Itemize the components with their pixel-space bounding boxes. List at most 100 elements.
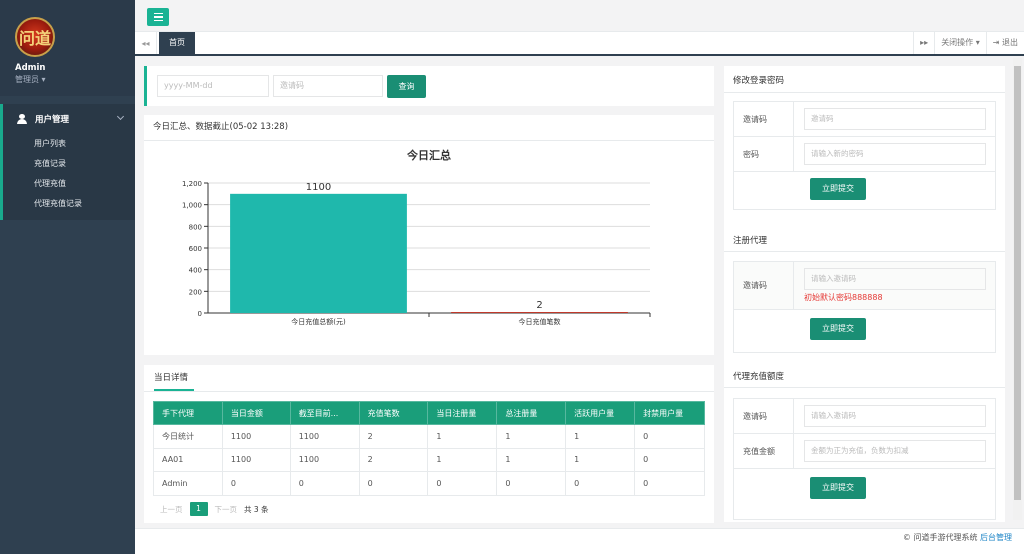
- copyright-text: © 问道手游代理系统: [902, 533, 980, 542]
- table-cell: 0: [221, 471, 291, 496]
- table-cell: 1100: [289, 447, 360, 472]
- avatar[interactable]: 问道: [15, 17, 55, 57]
- admin-link[interactable]: 后台管理: [980, 533, 1012, 542]
- pager-next-button[interactable]: 下一页: [215, 504, 238, 515]
- column-header[interactable]: 当日金额: [221, 401, 291, 425]
- detail-table: 手下代理 当日金额 截至目前... 充值笔数 当日注册量 总注册量 活跃用户量 …: [153, 401, 705, 496]
- summary-header: 今日汇总、数据截止(05-02 13:28): [144, 115, 714, 141]
- bar[interactable]: [230, 193, 407, 313]
- table-cell: 1: [427, 447, 498, 472]
- column-header[interactable]: 截至目前...: [289, 401, 360, 425]
- logout-button[interactable]: ⇥ 退出: [985, 32, 1024, 54]
- divider: [144, 391, 714, 392]
- tab-bar: ◂◂ 首页 ▸▸ 关闭操作 ▾ ⇥ 退出: [135, 32, 1024, 56]
- submit-recharge-button[interactable]: 立即提交: [810, 477, 866, 499]
- form-footer: 立即提交: [734, 172, 995, 209]
- footer: © 问道手游代理系统 后台管理: [135, 528, 1024, 554]
- table-cell: 0: [634, 424, 705, 449]
- menu-toggle-button[interactable]: [147, 8, 169, 26]
- user-name: Admin: [15, 63, 46, 73]
- table-cell: 1100: [289, 424, 360, 449]
- table-row: AA01 1100 1100 2 1 1 1 0: [153, 447, 705, 472]
- table-cell: 1: [496, 424, 567, 449]
- sidebar-item-recharge-records[interactable]: 充值记录: [3, 154, 135, 174]
- password-label: 密码: [734, 137, 794, 171]
- scrollbar-thumb[interactable]: [1014, 66, 1021, 500]
- column-header[interactable]: 手下代理: [153, 401, 223, 425]
- table-cell: 0: [565, 471, 636, 496]
- table-cell: 0: [634, 447, 705, 472]
- close-operations-dropdown[interactable]: 关闭操作 ▾: [934, 32, 986, 54]
- nav-group-header[interactable]: 用户管理: [3, 104, 135, 134]
- top-bar: [135, 0, 1024, 32]
- invite-code-label: 邀请码: [734, 262, 794, 309]
- register-agent-title: 注册代理: [733, 236, 768, 246]
- menu-icon-line: [153, 16, 163, 18]
- y-tick-label: 1,200: [182, 180, 202, 188]
- table-cell: 今日统计: [153, 424, 223, 449]
- pager-total: 共 3 条: [244, 504, 269, 514]
- submit-password-button[interactable]: 立即提交: [810, 178, 866, 200]
- column-header[interactable]: 总注册量: [496, 401, 567, 425]
- divider: [724, 387, 1005, 388]
- pwd-invite-code-input[interactable]: 邀请码: [804, 108, 986, 130]
- form-footer: 立即提交: [734, 469, 995, 519]
- submit-agent-button[interactable]: 立即提交: [810, 318, 866, 340]
- table-cell: 0: [289, 471, 360, 496]
- sidebar-item-agent-recharge[interactable]: 代理充值: [3, 174, 135, 194]
- form-row: 邀请码 邀请码: [734, 102, 995, 137]
- invite-code-label: 邀请码: [734, 399, 794, 433]
- data-label: 1100: [306, 182, 331, 193]
- table-cell: 0: [496, 471, 567, 496]
- pager-prev-button[interactable]: 上一页: [160, 504, 183, 515]
- form-footer: 立即提交: [734, 310, 995, 352]
- chart-x-axis: 今日充值总额(元) 今日充值笔数: [291, 313, 651, 326]
- tab-scroll-left-button[interactable]: ◂◂: [135, 32, 157, 54]
- change-password-form: 邀请码 邀请码 密码 请输入新的密码 立即提交: [733, 101, 996, 210]
- column-header[interactable]: 封禁用户量: [634, 401, 705, 425]
- tab-home[interactable]: 首页: [159, 32, 195, 54]
- recharge-invite-code-input[interactable]: 请输入邀请码: [804, 405, 986, 427]
- y-tick-label: 800: [189, 223, 202, 231]
- new-password-input[interactable]: 请输入新的密码: [804, 143, 986, 165]
- date-input[interactable]: yyyy-MM-dd: [157, 75, 269, 97]
- sidebar: 问道 Admin 管理员 ▾ 用户管理 用户列表 充值记录 代理充值 代理充值记…: [0, 0, 135, 554]
- sidebar-item-user-list[interactable]: 用户列表: [3, 134, 135, 154]
- chevron-down-icon: [116, 112, 125, 121]
- tab-scroll-right-button[interactable]: ▸▸: [913, 32, 935, 54]
- sidebar-item-agent-recharge-records[interactable]: 代理充值记录: [3, 194, 135, 214]
- bar[interactable]: [451, 312, 628, 313]
- profile-area: 问道 Admin 管理员 ▾: [0, 0, 135, 96]
- y-tick-label: 200: [189, 288, 202, 296]
- query-button[interactable]: 查询: [387, 75, 426, 98]
- table-cell: 0: [634, 471, 705, 496]
- table-cell: 1: [427, 424, 498, 449]
- divider: [724, 251, 1005, 252]
- divider: [724, 92, 1005, 93]
- column-header[interactable]: 充值笔数: [358, 401, 429, 425]
- x-tick-label: 今日充值笔数: [519, 317, 561, 326]
- tab-daily-detail[interactable]: 当日详情: [154, 371, 188, 387]
- pager-current-page[interactable]: 1: [189, 502, 208, 516]
- table-cell: 1: [496, 447, 567, 472]
- table-cell: 1100: [221, 424, 291, 449]
- invite-code-input[interactable]: 邀请码: [273, 75, 383, 97]
- recharge-amount-input[interactable]: 金额为正为充值，负数为扣减: [804, 440, 986, 462]
- default-password-hint: 初始默认密码888888: [804, 293, 883, 302]
- chart-bars: 1100 2: [230, 182, 628, 313]
- form-row: 密码 请输入新的密码: [734, 137, 995, 172]
- tab-actions: ▸▸ 关闭操作 ▾ ⇥ 退出: [913, 32, 1024, 54]
- column-header[interactable]: 活跃用户量: [565, 401, 636, 425]
- column-header[interactable]: 当日注册量: [427, 401, 498, 425]
- y-tick-label: 600: [189, 245, 202, 253]
- nav-group-user-management: 用户管理 用户列表 充值记录 代理充值 代理充值记录: [0, 104, 135, 220]
- agent-invite-code-input[interactable]: 请输入邀请码: [804, 268, 986, 290]
- user-role-dropdown[interactable]: 管理员 ▾: [15, 74, 46, 85]
- table-cell: 1100: [221, 447, 291, 472]
- table-cell: AA01: [153, 447, 223, 472]
- table-cell: Admin: [153, 471, 223, 496]
- form-row: 充值金额 金额为正为充值，负数为扣减: [734, 434, 995, 469]
- table-row: 今日统计 1100 1100 2 1 1 1 0: [153, 424, 705, 449]
- menu-icon: [153, 12, 163, 15]
- data-label: 2: [536, 300, 542, 311]
